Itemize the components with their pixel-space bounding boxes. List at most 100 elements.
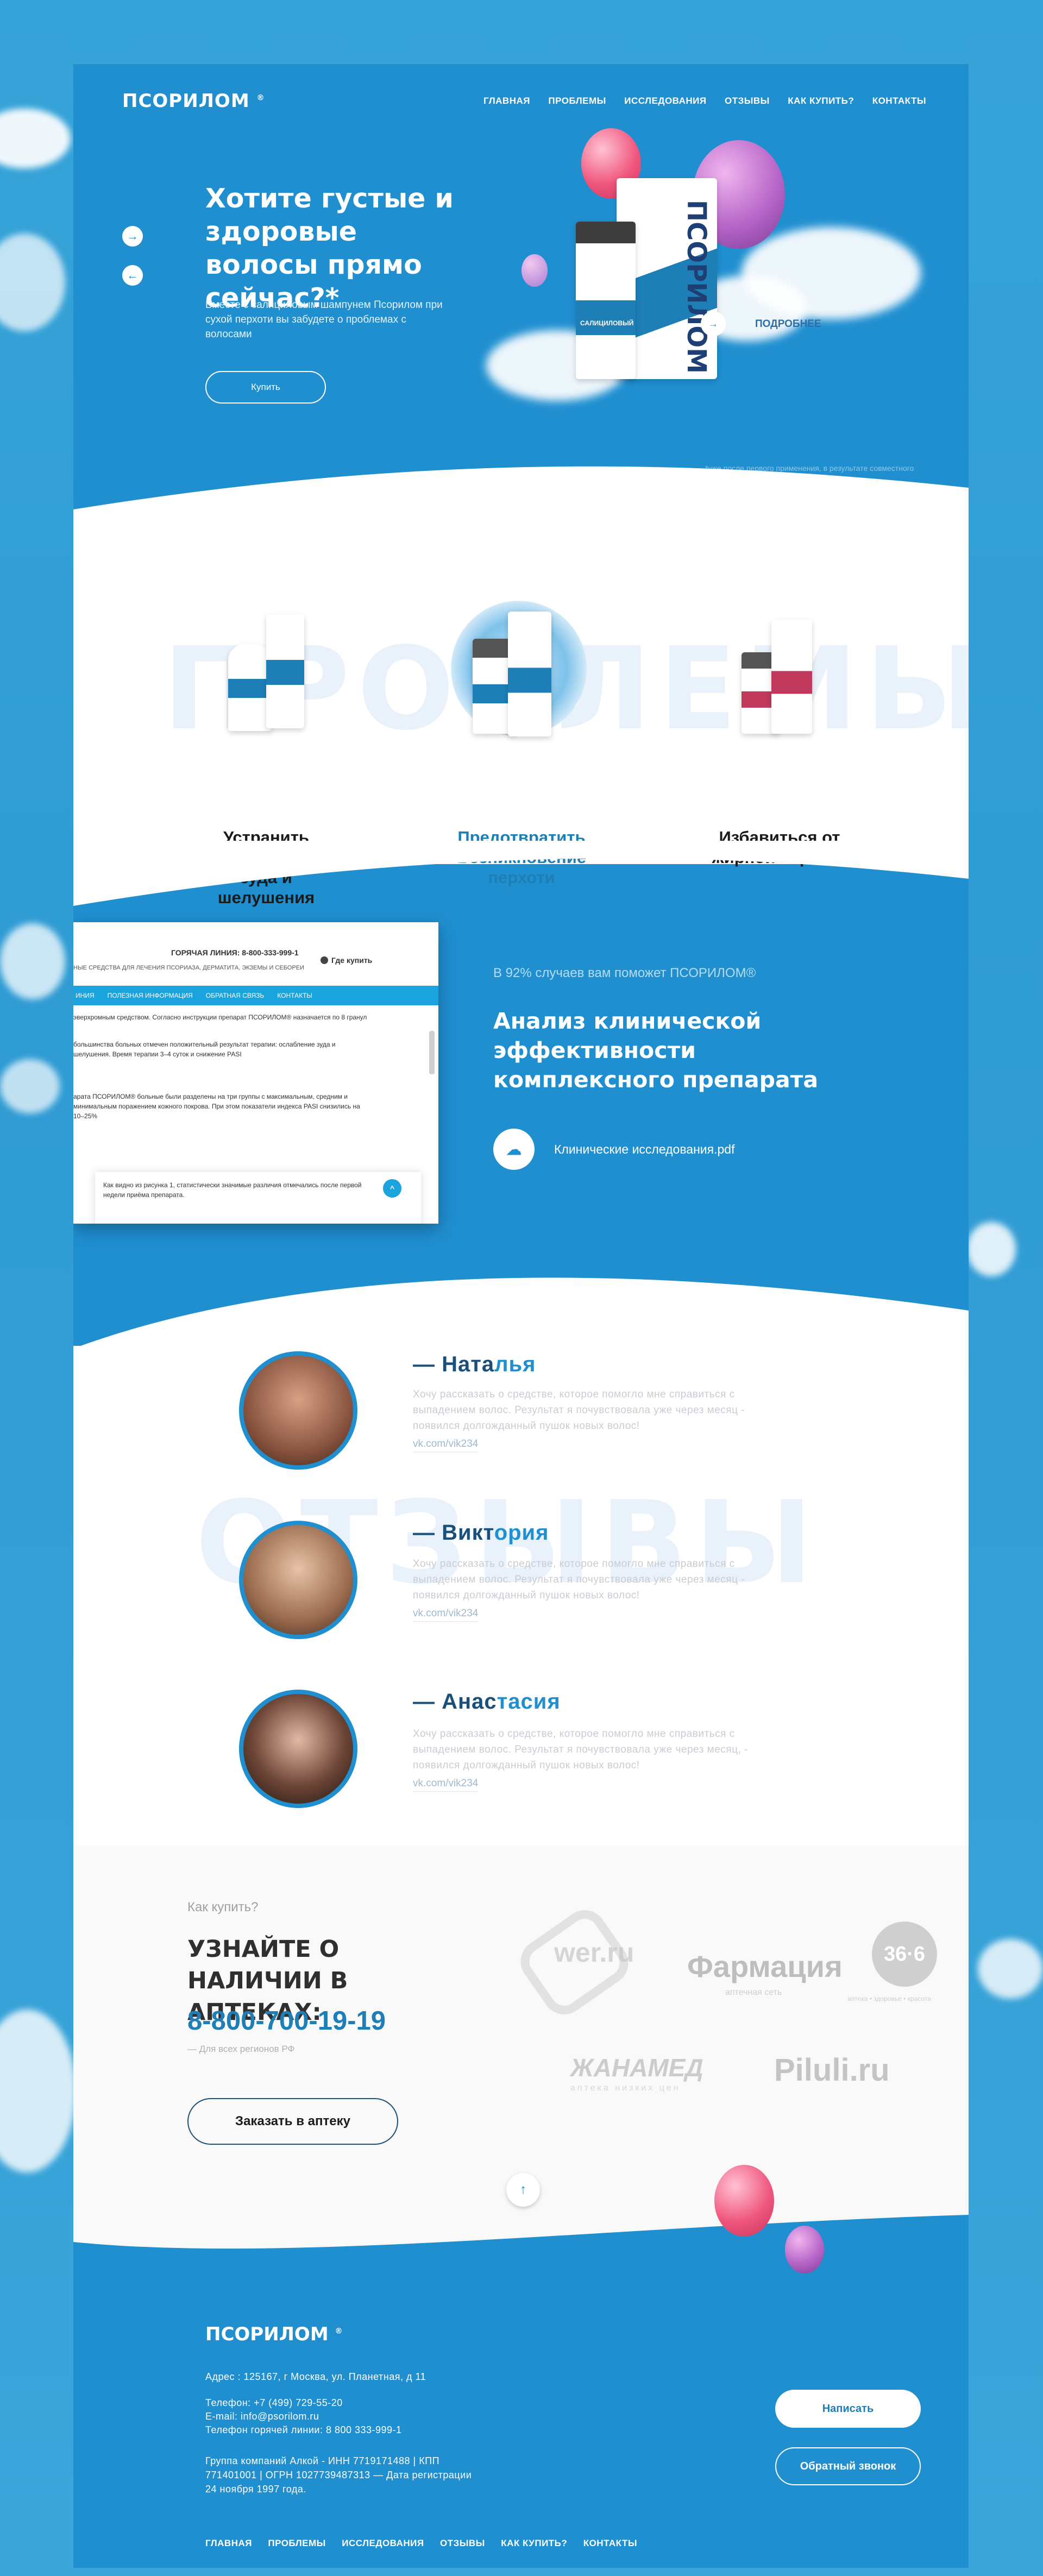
wer-logo-text: wer.ru	[554, 1937, 634, 1968]
research-doc-window: ГОРЯЧАЯ ЛИНИЯ: 8-800-333-999-1 Где купит…	[73, 922, 438, 1224]
doc-paragraph: арата ПСОРИЛОМ® больные были разделены н…	[73, 1093, 360, 1120]
brand-name: ПСОРИЛОМ	[122, 90, 250, 112]
footer-nav-buy[interactable]: Как купить?	[501, 2538, 567, 2549]
brand-logo[interactable]: ПСОРИЛОМ ®	[122, 90, 265, 112]
brand-reg: ®	[335, 2327, 343, 2336]
doc-quote-card: Как видно из рисунка 1, статистически зн…	[95, 1172, 421, 1224]
review-name-part: Викт	[442, 1521, 494, 1545]
review-link[interactable]: vk.com/vik234	[413, 1608, 479, 1622]
order-pharmacy-button[interactable]: Заказать в аптеку	[187, 2098, 398, 2145]
write-button[interactable]: Написать	[775, 2390, 921, 2428]
more-arrow-button[interactable]: →	[701, 311, 726, 336]
avatar-anastasia	[239, 1690, 357, 1808]
cloud	[978, 1939, 1043, 1999]
footer-company: Группа компаний Алкой - ИНН 7719171488 |…	[205, 2455, 472, 2495]
product-bottle: САЛИЦИЛОВЫЙ	[576, 222, 636, 379]
footer-wave-top	[73, 2215, 969, 2269]
review-text: Хочу рассказать о средстве, которое помо…	[413, 1389, 745, 1432]
doc-scroll-up-button[interactable]: ^	[383, 1179, 401, 1198]
footer-nav-research[interactable]: Исследования	[342, 2538, 424, 2549]
review-name: — Наталья	[413, 1352, 536, 1376]
cloud	[967, 1222, 1016, 1276]
review-text: Хочу рассказать о средстве, которое помо…	[413, 1728, 748, 1771]
footer-pink-balloon	[714, 2165, 774, 2237]
doc-hotline: ГОРЯЧАЯ ЛИНИЯ: 8-800-333-999-1	[171, 948, 299, 957]
footer-nav-reviews[interactable]: Отзывы	[440, 2538, 485, 2549]
footer-nav-contacts[interactable]: Контакты	[583, 2538, 637, 2549]
doc-menu-item[interactable]: ОБРАТНАЯ СВЯЗЬ	[206, 992, 265, 999]
review-name-part: ория	[494, 1521, 549, 1545]
footer-nav: Главная Проблемы Исследования Отзывы Как…	[205, 2538, 637, 2549]
scroll-up-button[interactable]: ↑	[506, 2173, 540, 2207]
hero-title: Хотите густые и здоровые волосы прямо се…	[205, 183, 454, 313]
nav-contacts[interactable]: Контакты	[872, 96, 926, 106]
nav-reviews[interactable]: Отзывы	[725, 96, 770, 106]
footer-email[interactable]: E-mail: info@psorilom.ru	[205, 2409, 319, 2423]
doc-scrollbar[interactable]	[429, 1031, 435, 1074]
review-link[interactable]: vk.com/vik234	[413, 1778, 479, 1792]
avatar-natalia	[239, 1351, 357, 1470]
product-label: ПСОРИЛОМ	[681, 200, 712, 374]
n366-logo-sub: аптека • здоровье • красота	[847, 1995, 931, 2002]
bottle-cap	[576, 222, 636, 243]
footer-purple-balloon	[785, 2226, 824, 2273]
review-link[interactable]: vk.com/vik234	[413, 1438, 479, 1452]
review-name: — Анастасия	[413, 1690, 561, 1714]
farmacia-logo: Фармация	[687, 1949, 843, 1983]
zhanamed-logo-sub: аптека низких цен	[570, 2083, 681, 2093]
product-tag: САЛИЦИЛОВЫЙ	[580, 319, 634, 327]
more-link[interactable]: ПОДРОБНЕЕ	[755, 318, 821, 330]
footer-nav-home[interactable]: Главная	[205, 2538, 252, 2549]
doc-where-link[interactable]: Где купить	[321, 956, 372, 965]
review-name-part: лья	[494, 1352, 536, 1376]
doc-quote-text: Как видно из рисунка 1, статистически зн…	[103, 1181, 362, 1199]
footer-address: Адрес : 125167, г Москва, ул. Планетная,…	[205, 2371, 426, 2382]
cloud	[0, 923, 65, 999]
problems-wave-bottom	[73, 841, 969, 906]
zhanamed-logo: ЖАНАМЕД	[570, 2054, 703, 2082]
footer-nav-problems[interactable]: Проблемы	[268, 2538, 325, 2549]
doc-paragraph: эверхромным средством. Согласно инструкц…	[73, 1013, 367, 1021]
nav-research[interactable]: Исследования	[624, 96, 706, 106]
n366-logo: 36·6	[872, 1922, 937, 1987]
doc-menu-item[interactable]: ПОЛЕЗНАЯ ИНФОРМАЦИЯ	[108, 992, 193, 999]
problems-wave-top	[73, 466, 969, 531]
small-balloon	[522, 254, 548, 287]
research-stat: В 92% случаев вам поможет ПСОРИЛОМ®	[493, 966, 756, 980]
cloud	[0, 234, 65, 331]
nav-problems[interactable]: Проблемы	[548, 96, 606, 106]
doc-menu-item[interactable]: КОНТАКТЫ	[277, 992, 312, 999]
buy-phone[interactable]: 8-800-700-19-19	[187, 2006, 386, 2036]
slider-next-button[interactable]: →	[122, 226, 143, 247]
research-title: Анализ клинической эффективности комплек…	[493, 1008, 819, 1093]
cloud	[0, 2010, 76, 2172]
callback-button[interactable]: Обратный звонок	[775, 2447, 921, 2485]
buy-kicker: Как купить?	[187, 1900, 259, 1914]
brand-reg: ®	[256, 93, 265, 103]
avatar-viktoria	[239, 1521, 357, 1639]
footer-hotline[interactable]: Телефон горячей линии: 8 800 333-999-1	[205, 2423, 402, 2437]
review-name: — Виктория	[413, 1521, 549, 1545]
review-text: Хочу рассказать о средстве, которое помо…	[413, 1558, 745, 1601]
doc-menu-item[interactable]: ИНИЯ	[76, 992, 95, 999]
problems-section: ПРОБЛЕМЫ Устранить признаки зуда и шелуш…	[73, 530, 969, 907]
hero-subtitle: Вместе с салициловым шампунем Псорилом п…	[205, 299, 443, 340]
footer-phone[interactable]: Телефон: +7 (499) 729-55-20	[205, 2396, 343, 2410]
page-card: ПСОРИЛОМ ® Главная Проблемы Исследования…	[73, 64, 969, 2568]
review-name-part: тасия	[497, 1690, 561, 1714]
review-name-part: Анас	[442, 1690, 497, 1714]
download-cloud-icon[interactable]: ☁	[493, 1129, 535, 1170]
farmacia-logo-sub: аптечная сеть	[725, 1988, 782, 1997]
brand-name: ПСОРИЛОМ	[205, 2323, 329, 2345]
nav-buy[interactable]: Как купить?	[788, 96, 854, 106]
problem-product-2-box	[508, 612, 551, 736]
slider-prev-button[interactable]: ←	[122, 265, 143, 286]
pdf-download-link[interactable]: Клинические исследования.pdf	[554, 1142, 734, 1157]
buy-button[interactable]: Купить	[205, 371, 326, 404]
nav-home[interactable]: Главная	[483, 96, 530, 106]
cloud	[0, 1059, 60, 1113]
footer-logo[interactable]: ПСОРИЛОМ ®	[205, 2323, 343, 2345]
problem-product-3-box	[771, 620, 812, 734]
doc-menu: ИНИЯ ПОЛЕЗНАЯ ИНФОРМАЦИЯ ОБРАТНАЯ СВЯЗЬ …	[73, 986, 438, 1005]
doc-where-text: Где купить	[331, 956, 373, 965]
